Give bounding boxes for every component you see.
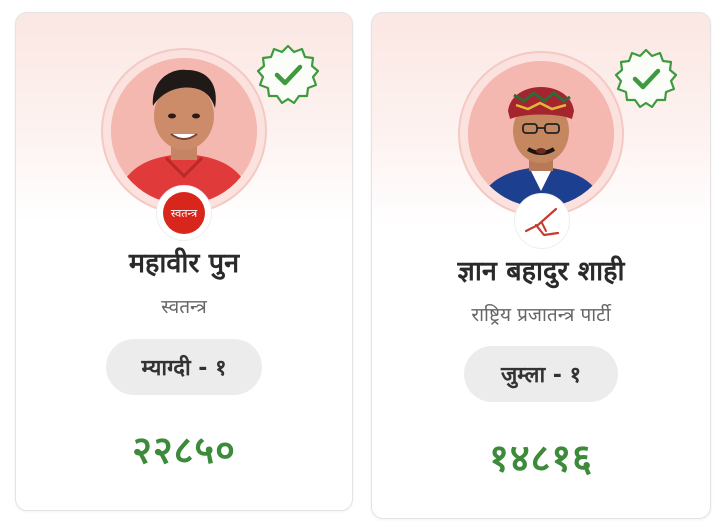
party-symbol-badge	[514, 193, 570, 249]
candidate-card-2[interactable]: ज्ञान बहादुर शाही राष्ट्रिय प्रजातन्त्र …	[371, 12, 711, 519]
vote-count: १४८१६	[489, 436, 593, 480]
candidate-name: महावीर पुन	[128, 248, 240, 279]
independent-symbol-icon: स्वतन्त्र	[163, 192, 205, 234]
candidate-photo	[111, 58, 257, 204]
plough-icon	[524, 207, 560, 237]
candidate-name: ज्ञान बहादुर शाही	[457, 256, 625, 287]
party-symbol-badge: स्वतन्त्र	[156, 185, 212, 241]
vote-count: २२८५०	[132, 428, 236, 472]
constituency-pill[interactable]: जुम्ला - १	[464, 346, 618, 402]
verified-badge-icon	[614, 47, 678, 111]
candidate-party: राष्ट्रिय प्रजातन्त्र पार्टी	[471, 304, 611, 326]
candidate-party: स्वतन्त्र	[161, 296, 207, 318]
candidate-photo	[468, 61, 614, 207]
verified-badge-icon	[256, 43, 320, 107]
candidate-card-1[interactable]: स्वतन्त्र महावीर पुन स्वतन्त्र म्याग्दी …	[15, 12, 353, 511]
constituency-pill[interactable]: म्याग्दी - १	[106, 339, 262, 395]
